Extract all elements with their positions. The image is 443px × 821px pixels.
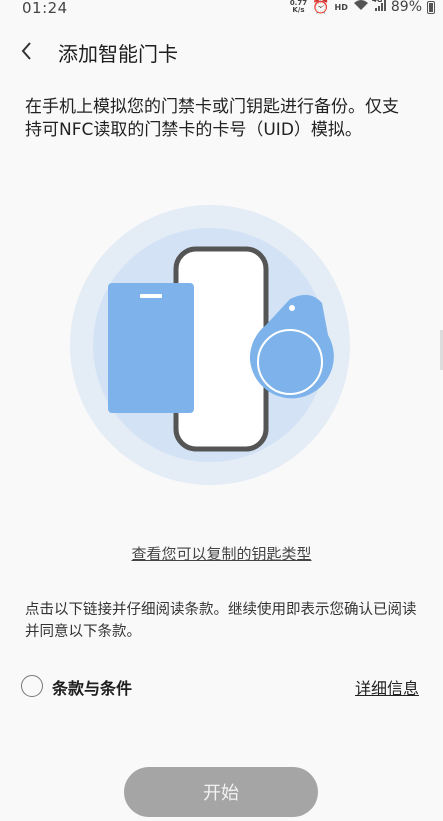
terms-checkbox[interactable]: [21, 675, 43, 697]
copyable-keys-link[interactable]: 查看您可以复制的钥匙类型: [131, 545, 311, 563]
battery-percent: 89%: [390, 0, 422, 15]
terms-notice: 点击以下链接并仔细阅读条款。继续使用即表示您确认已阅读并同意以下条款。: [25, 602, 417, 640]
page-title: 添加智能门卡: [58, 42, 178, 66]
signal-icon: 4G: [371, 0, 386, 15]
start-button[interactable]: 开始: [124, 767, 318, 817]
access-card: [108, 283, 194, 413]
app-header: 添加智能门卡: [0, 30, 443, 76]
copyable-keys-link-row: 查看您可以复制的钥匙类型: [0, 543, 443, 564]
back-button[interactable]: [14, 34, 44, 68]
terms-row: 条款与条件 详细信息: [20, 672, 423, 702]
nfc-card-illustration: [60, 205, 400, 495]
battery-icon: [427, 0, 435, 14]
back-arrow-icon: [21, 42, 31, 60]
status-icons: 0.77 K/s ⏰ HD 4G 89%: [290, 0, 435, 15]
description-text: 在手机上模拟您的门禁卡或门钥匙进行备份。仅支持可NFC读取的门禁卡的卡号（UID…: [25, 97, 399, 140]
hd-icon: HD: [334, 2, 348, 12]
network-speed-unit: K/s: [292, 6, 305, 14]
terms-label[interactable]: 条款与条件: [52, 675, 132, 699]
wifi-icon: [353, 0, 369, 15]
status-time: 01:24: [22, 0, 68, 17]
network-type: 4G: [371, 0, 383, 4]
alarm-icon: ⏰: [312, 0, 330, 15]
card-slot: [140, 294, 162, 298]
network-speed: 0.77 K/s: [290, 0, 307, 14]
key-fob-hole: [289, 305, 295, 311]
details-link[interactable]: 详细信息: [355, 675, 419, 699]
status-bar: 01:24 0.77 K/s ⏰ HD 4G 89%: [0, 0, 443, 18]
